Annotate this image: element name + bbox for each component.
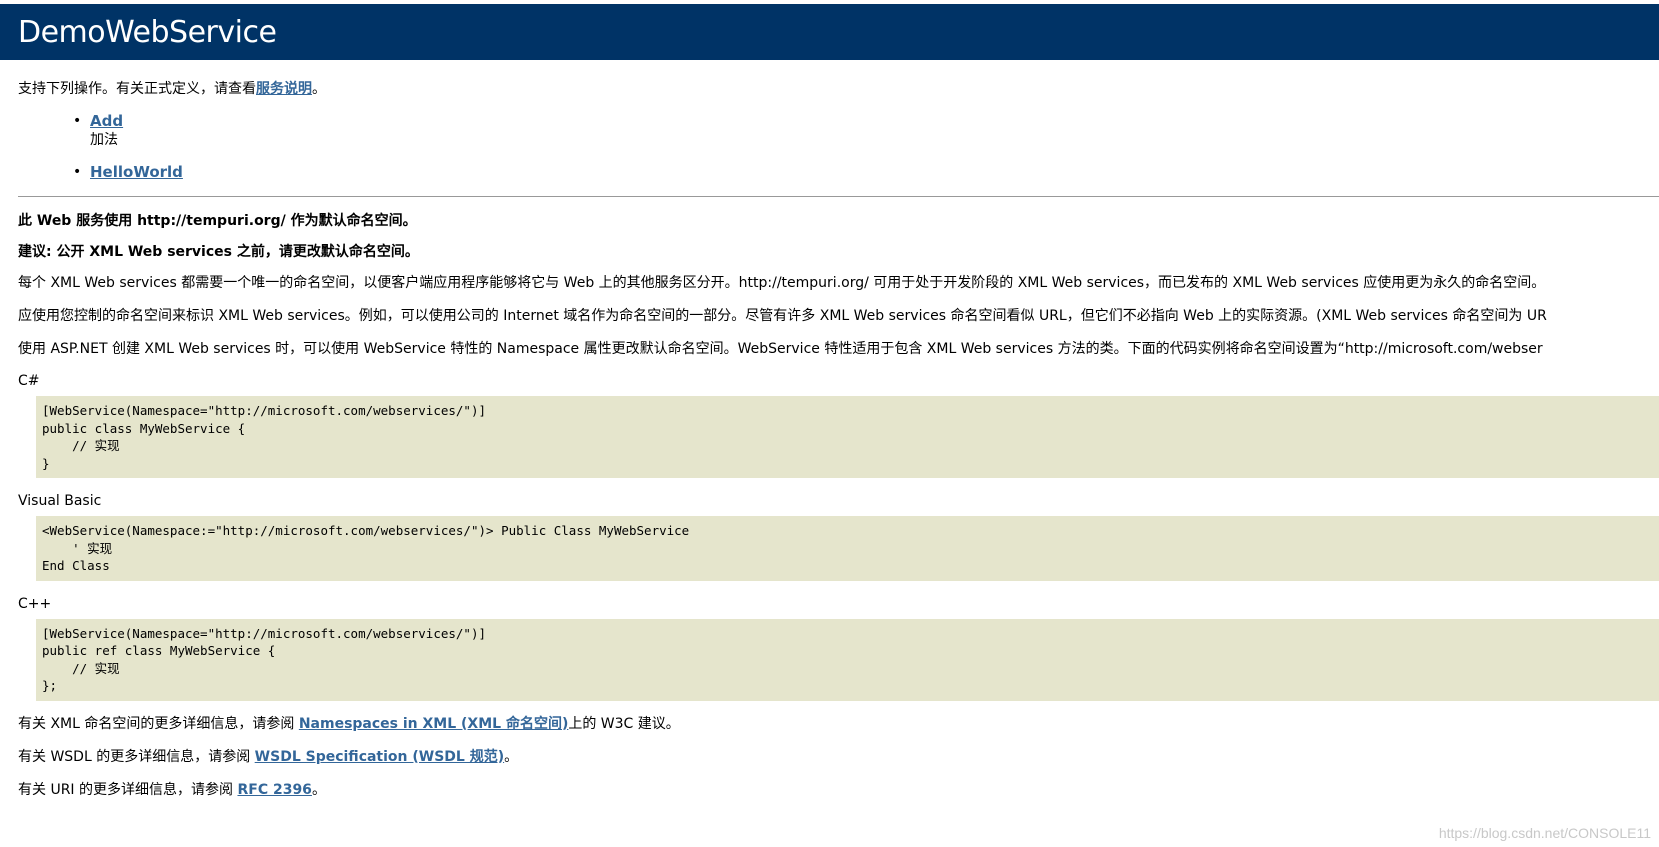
code-block-cpp: [WebService(Namespace="http://microsoft.… — [36, 618, 1659, 701]
reference-text: 。 — [504, 748, 519, 765]
xml-namespaces-link[interactable]: Namespaces in XML (XML 命名空间) — [299, 716, 569, 732]
reference-uri: 有关 URI 的更多详细信息，请参阅 RFC 2396。 — [18, 781, 1659, 799]
namespace-notice: 此 Web 服务使用 http://tempuri.org/ 作为默认命名空间。 — [18, 213, 417, 229]
watermark: https://blog.csdn.net/CONSOLE11 — [1438, 825, 1651, 841]
reference-xml-namespaces: 有关 XML 命名空间的更多详细信息，请参阅 Namespaces in XML… — [18, 715, 1659, 733]
intro-text: 支持下列操作。有关正式定义，请查看服务说明。 — [18, 80, 1659, 98]
page-title: DemoWebService — [18, 14, 277, 50]
rfc-2396-link[interactable]: RFC 2396 — [237, 782, 311, 798]
reference-text: 上的 W3C 建议。 — [568, 715, 680, 732]
wsdl-spec-link[interactable]: WSDL Specification (WSDL 规范) — [255, 749, 504, 765]
namespace-recommendation: 建议: 公开 XML Web services 之前，请更改默认命名空间。 — [18, 244, 419, 260]
intro-text-after: 。 — [312, 81, 326, 97]
reference-text: 。 — [311, 781, 326, 798]
namespace-section: 此 Web 服务使用 http://tempuri.org/ 作为默认命名空间。… — [0, 197, 1659, 799]
operation-link-add[interactable]: Add — [90, 112, 123, 130]
code-language-label: C# — [18, 373, 40, 389]
reference-text: 有关 XML 命名空间的更多详细信息，请参阅 — [18, 715, 299, 732]
operation-link-helloworld[interactable]: HelloWorld — [90, 163, 183, 181]
reference-wsdl: 有关 WSDL 的更多详细信息，请参阅 WSDL Specification (… — [18, 748, 1659, 766]
namespace-paragraph-1: 每个 XML Web services 都需要一个唯一的命名空间，以便客户端应用… — [18, 275, 1546, 291]
operation-item: • HelloWorld — [73, 163, 1659, 182]
operation-item: • Add 加法 — [73, 112, 1659, 149]
code-language-label: C++ — [18, 595, 52, 612]
namespace-paragraph-3: 使用 ASP.NET 创建 XML Web services 时，可以使用 We… — [18, 341, 1543, 357]
operations-section: 支持下列操作。有关正式定义，请查看服务说明。 • Add 加法 • HelloW… — [0, 80, 1659, 182]
code-block-vb: <WebService(Namespace:="http://microsoft… — [36, 516, 1659, 581]
code-block-csharp: [WebService(Namespace="http://microsoft.… — [36, 396, 1659, 478]
operation-description: 加法 — [90, 132, 118, 148]
operations-list: • Add 加法 • HelloWorld — [18, 112, 1659, 182]
reference-text: 有关 URI 的更多详细信息，请参阅 — [18, 781, 238, 798]
page-header: DemoWebService — [0, 4, 1659, 60]
bullet-icon: • — [73, 164, 82, 180]
reference-text: 有关 WSDL 的更多详细信息，请参阅 — [18, 748, 255, 765]
intro-text-before: 支持下列操作。有关正式定义，请查看 — [18, 81, 256, 97]
bullet-icon: • — [73, 113, 82, 129]
namespace-paragraph-2: 应使用您控制的命名空间来标识 XML Web services。例如，可以使用公… — [18, 308, 1547, 324]
service-description-link[interactable]: 服务说明 — [256, 81, 312, 97]
code-language-label: Visual Basic — [18, 493, 102, 509]
